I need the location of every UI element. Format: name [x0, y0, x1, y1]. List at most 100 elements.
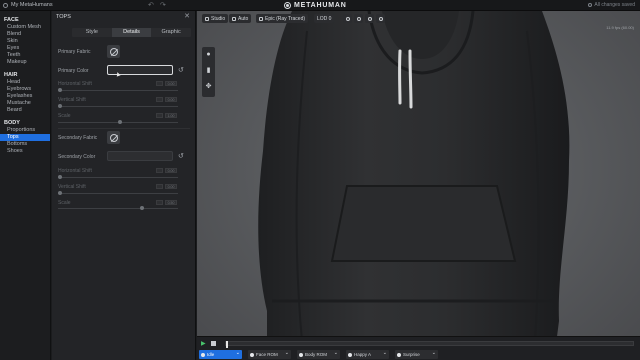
primary-fabric-none-button[interactable] — [107, 45, 120, 58]
view-mode-button-3[interactable] — [365, 14, 374, 23]
body-camera-icon[interactable]: ▮ — [205, 67, 212, 74]
quality-icon — [259, 16, 263, 21]
scale-value[interactable]: 1.00 — [165, 113, 177, 118]
chevron-down-icon: ⌄ — [235, 350, 240, 356]
chevron-down-icon: ⌄ — [333, 350, 338, 356]
scale-label: Scale — [58, 113, 71, 119]
reset-icon[interactable]: ↺ — [178, 66, 184, 74]
viewport-side-tools: ● ▮ ✥ — [202, 47, 215, 97]
anim-surprise-button[interactable]: Surprise ⌄ — [395, 350, 438, 359]
slider-handle[interactable] — [58, 191, 62, 195]
nav-item-shoes[interactable]: Shoes — [0, 148, 50, 155]
vertical-shift-value[interactable]: 0.00 — [165, 97, 177, 102]
horizontal-shift-2-lock[interactable] — [156, 168, 163, 173]
scale-lock[interactable] — [156, 113, 163, 118]
nav-section-hair: HAIR — [4, 72, 18, 78]
studio-lighting-button[interactable]: Studio — [202, 14, 229, 23]
layout-icon — [378, 16, 383, 21]
vertical-shift-2-value[interactable]: 0.00 — [165, 184, 177, 189]
nav-item-skin[interactable]: Skin — [0, 38, 50, 45]
stop-icon[interactable] — [211, 341, 216, 346]
nav-item-custom-mesh[interactable]: Custom Mesh — [0, 24, 50, 31]
scale-2-value[interactable]: 0.50 — [165, 200, 177, 205]
primary-color-label: Primary Color — [58, 68, 89, 74]
render-quality-button[interactable]: Epic (Ray Traced) — [256, 14, 309, 23]
scale-slider[interactable] — [58, 120, 178, 124]
nav-item-eyelashes[interactable]: Eyelashes — [0, 93, 50, 100]
play-icon[interactable]: ▶ — [201, 340, 206, 347]
redo-icon[interactable]: ↷ — [160, 1, 166, 9]
anim-face-rom-button[interactable]: Face ROM ⌄ — [248, 350, 291, 359]
nav-item-proportions[interactable]: Proportions — [0, 127, 50, 134]
panel-title: TOPS — [56, 14, 71, 20]
none-icon — [109, 133, 118, 142]
fps-readout: 11.9 fps (60.00) — [606, 25, 634, 30]
timeline-scrubber[interactable] — [225, 341, 634, 348]
view-mode-button-1[interactable] — [343, 14, 352, 23]
studio-label: Studio — [211, 15, 226, 22]
vertical-shift-label: Vertical Shift — [58, 97, 86, 103]
vertical-shift-2-slider[interactable] — [58, 191, 178, 195]
nav-item-mustache[interactable]: Mustache — [0, 100, 50, 107]
nav-item-makeup[interactable]: Makeup — [0, 59, 50, 66]
window-title[interactable]: My MetaHumans — [11, 2, 53, 8]
anim-body-rom-button[interactable]: Body ROM ⌄ — [297, 350, 340, 359]
nav-item-tops[interactable]: Tops — [0, 134, 50, 141]
horizontal-shift-lock[interactable] — [156, 81, 163, 86]
hoodie-model — [258, 11, 570, 360]
nav-item-blend[interactable]: Blend — [0, 31, 50, 38]
slider-handle[interactable] — [140, 206, 144, 210]
animation-presets: Idle ⌄ Face ROM ⌄ Body ROM ⌄ Happy A ⌄ Surpr… — [197, 350, 438, 359]
tab-details[interactable]: Details — [111, 28, 152, 37]
reset-icon[interactable]: ↺ — [178, 152, 184, 160]
move-icon[interactable]: ✥ — [205, 83, 212, 90]
nav-item-beard[interactable]: Beard — [0, 107, 50, 114]
view-mode-button-2[interactable] — [354, 14, 363, 23]
secondary-fabric-none-button[interactable] — [107, 131, 120, 144]
slider-handle[interactable] — [118, 120, 122, 124]
slider-handle[interactable] — [58, 88, 62, 92]
horizontal-shift-2-slider[interactable] — [58, 175, 178, 179]
anim-label: Face ROM — [256, 352, 278, 357]
nav-section-face: FACE — [4, 17, 19, 23]
horizontal-shift-slider[interactable] — [58, 88, 178, 92]
head-camera-icon[interactable]: ● — [205, 51, 212, 58]
horizontal-shift-2-value[interactable]: 0.00 — [165, 168, 177, 173]
close-icon[interactable]: ✕ — [184, 12, 190, 20]
nav-item-head[interactable]: Head — [0, 79, 50, 86]
panel-tabs: Style Details Graphic — [72, 28, 191, 37]
3d-viewport[interactable]: Studio Auto Epic (Ray Traced) LOD 0 11.9… — [197, 11, 640, 360]
sphere-icon — [356, 16, 361, 21]
vertical-shift-2-lock[interactable] — [156, 184, 163, 189]
auto-label: Auto — [238, 15, 249, 22]
slider-handle[interactable] — [58, 175, 62, 179]
horizontal-shift-value[interactable]: 0.00 — [165, 81, 177, 86]
chevron-down-icon: ⌄ — [284, 350, 289, 356]
vertical-shift-lock[interactable] — [156, 97, 163, 102]
mouse-cursor-icon — [115, 71, 121, 77]
app-icon[interactable] — [3, 3, 8, 8]
scale-2-slider[interactable] — [58, 206, 178, 210]
anim-idle-button[interactable]: Idle ⌄ — [199, 350, 242, 359]
scale-2-lock[interactable] — [156, 200, 163, 205]
view-mode-button-4[interactable] — [376, 14, 385, 23]
secondary-color-swatch[interactable] — [107, 151, 173, 161]
none-icon — [109, 47, 118, 56]
lod-button[interactable]: LOD 0 — [314, 14, 335, 23]
anim-happy-a-button[interactable]: Happy A ⌄ — [346, 350, 389, 359]
auto-camera-button[interactable]: Auto — [229, 14, 252, 23]
nav-item-bottoms[interactable]: Bottoms — [0, 141, 50, 148]
tops-panel: TOPS ✕ Style Details Graphic Primary Fab… — [52, 11, 196, 360]
nav-item-eyes[interactable]: Eyes — [0, 45, 50, 52]
undo-icon[interactable]: ↶ — [148, 1, 154, 9]
anim-label: Happy A — [354, 352, 372, 357]
tab-graphic[interactable]: Graphic — [151, 28, 191, 37]
nav-item-teeth[interactable]: Teeth — [0, 52, 50, 59]
tab-style[interactable]: Style — [72, 28, 112, 37]
body-icon — [299, 352, 303, 357]
nav-item-eyebrows[interactable]: Eyebrows — [0, 86, 50, 93]
horizontal-shift-label: Horizontal Shift — [58, 81, 92, 87]
playhead[interactable] — [226, 341, 228, 348]
slider-handle[interactable] — [58, 104, 62, 108]
vertical-shift-slider[interactable] — [58, 104, 178, 108]
